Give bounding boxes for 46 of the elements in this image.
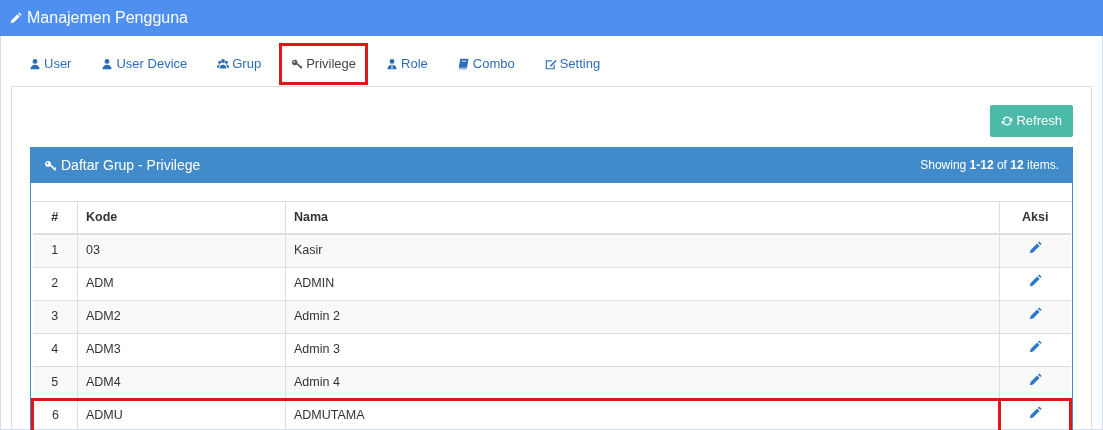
user-icon	[101, 57, 114, 70]
key-icon	[291, 57, 304, 70]
table-cell: Admin 2	[285, 300, 1000, 333]
table-cell: 3	[32, 300, 78, 333]
table-cell: 2	[32, 267, 78, 300]
table-cell: Kasir	[285, 234, 1000, 267]
user-icon	[386, 57, 398, 70]
pencil-icon	[1028, 372, 1042, 386]
tab[interactable]: Setting	[532, 43, 613, 85]
edit-button[interactable]	[1028, 274, 1042, 288]
pencil-icon	[1028, 340, 1042, 354]
table-cell: 1	[32, 234, 78, 267]
tab[interactable]: Combo	[445, 43, 527, 85]
tab[interactable]: User	[17, 43, 84, 85]
edit-icon	[544, 57, 557, 70]
table-cell: ADM2	[77, 300, 286, 333]
pencil-icon	[1028, 406, 1042, 420]
tab[interactable]: Grup	[205, 43, 274, 85]
book-icon	[457, 57, 470, 70]
table-cell: 6	[32, 399, 78, 430]
table-cell: Admin 3	[285, 333, 1000, 366]
pencil-icon	[10, 12, 22, 24]
pencil-icon	[1028, 241, 1042, 255]
table-cell: ADM	[77, 267, 286, 300]
edit-button[interactable]	[1028, 340, 1042, 354]
edit-button[interactable]	[1028, 372, 1042, 386]
key-icon	[44, 158, 57, 172]
tab[interactable]: User Device	[89, 43, 200, 85]
items-summary: Showing 1-12 of 12 items.	[920, 157, 1059, 174]
table-cell: ADMIN	[285, 267, 1000, 300]
table-cell: 4	[32, 333, 78, 366]
tab[interactable]: Privilege	[279, 43, 368, 85]
table-cell: ADMU	[77, 399, 286, 430]
pencil-icon	[1028, 307, 1042, 321]
table-cell: ADM3	[77, 333, 286, 366]
table-cell: 03	[77, 234, 286, 267]
tab[interactable]: Role	[374, 43, 440, 85]
pencil-icon	[1028, 274, 1042, 288]
users-icon	[217, 57, 230, 70]
user-icon	[29, 57, 41, 70]
refresh-icon	[1001, 114, 1014, 127]
header-title: Manajemen Pengguna	[27, 8, 188, 28]
panel-title: Daftar Grup - Privilege	[61, 155, 201, 175]
edit-button[interactable]	[1028, 406, 1042, 420]
edit-button[interactable]	[1028, 307, 1042, 321]
edit-button[interactable]	[1028, 241, 1042, 255]
